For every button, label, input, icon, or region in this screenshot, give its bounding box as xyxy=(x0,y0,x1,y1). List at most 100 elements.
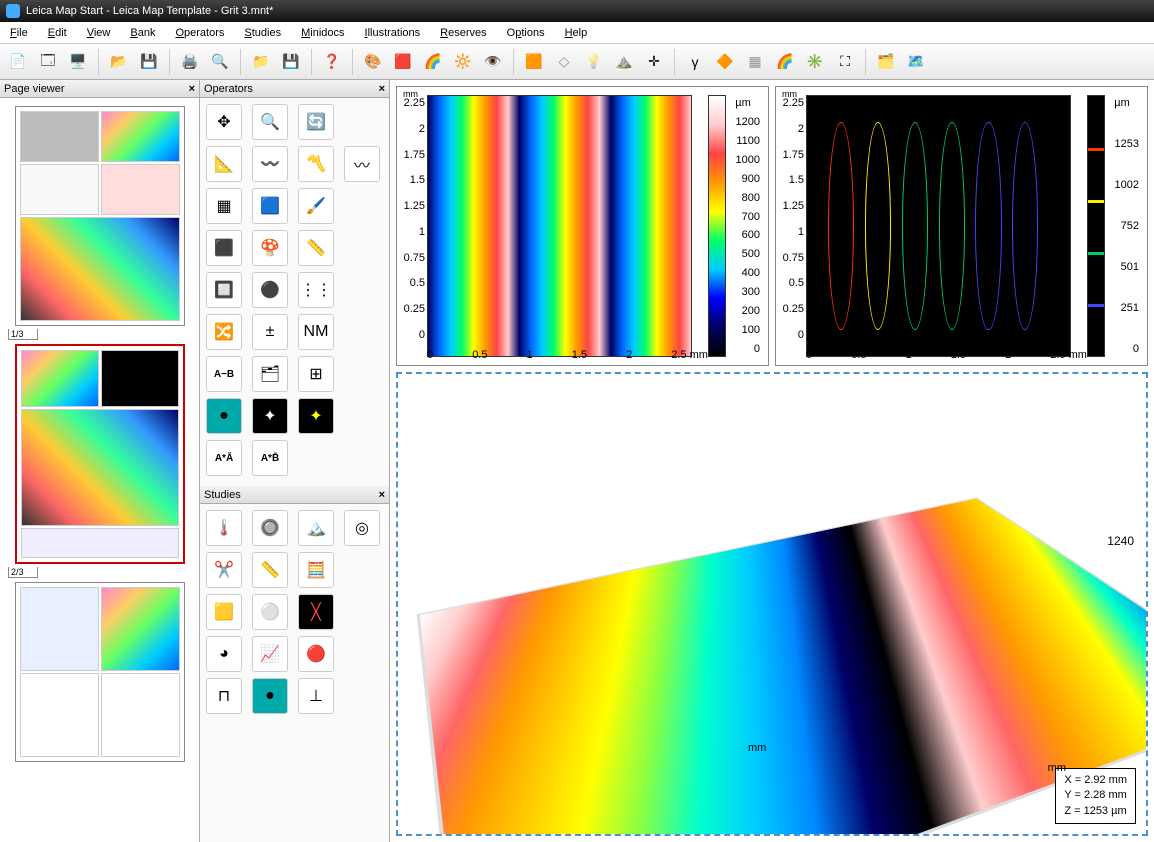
menu-illustrations[interactable]: Illustrations xyxy=(355,24,431,42)
expand-button[interactable]: ⛶ xyxy=(831,48,859,76)
menubar: File Edit View Bank Operators Studies Mi… xyxy=(0,22,1154,44)
menu-help[interactable]: Help xyxy=(555,24,598,42)
orange-fill-button[interactable]: 🟧 xyxy=(520,48,548,76)
study-dots-icon[interactable]: 🔴 xyxy=(298,636,334,672)
open-studiable-button[interactable]: 📁 xyxy=(247,48,275,76)
help-button[interactable]: ❓ xyxy=(318,48,346,76)
menu-minidocs[interactable]: Minidocs xyxy=(291,24,354,42)
page-thumb-3[interactable] xyxy=(15,582,185,762)
heatmap-xaxis: 00.5 11.5 2 2.5 mm xyxy=(427,349,708,361)
op-rotate-icon[interactable]: 🔄 xyxy=(298,104,334,140)
menu-studies[interactable]: Studies xyxy=(234,24,291,42)
heatmap-button[interactable]: 🔆 xyxy=(449,48,477,76)
op-fft2-icon[interactable]: ✦ xyxy=(252,398,288,434)
op-filter-icon[interactable]: 〽️ xyxy=(298,146,334,182)
study-area-icon[interactable]: 🟨 xyxy=(206,594,242,630)
op-form-icon[interactable]: 〰️ xyxy=(252,146,288,182)
studies-close-icon[interactable]: × xyxy=(379,489,385,501)
preview-button[interactable]: 🔍 xyxy=(206,48,234,76)
rainbow-bar-button[interactable]: 🌈 xyxy=(419,48,447,76)
menu-file[interactable]: File xyxy=(0,24,38,42)
page-viewer-close-icon[interactable]: × xyxy=(189,83,195,95)
menu-operators[interactable]: Operators xyxy=(165,24,234,42)
study-ruler-icon[interactable]: 📏 xyxy=(252,552,288,588)
op-mask-icon[interactable]: 🔲 xyxy=(206,272,242,308)
op-grains-icon[interactable]: ⚫ xyxy=(252,272,288,308)
op-threshold-icon[interactable]: ▦ xyxy=(206,188,242,224)
grid-axes-button[interactable]: ✛ xyxy=(640,48,668,76)
new-window-button[interactable]: 🗔 xyxy=(34,48,62,76)
menu-reserves[interactable]: Reserves xyxy=(430,24,496,42)
menu-bank[interactable]: Bank xyxy=(120,24,165,42)
study-peak-icon[interactable]: ⊥ xyxy=(298,678,334,714)
study-calc-icon[interactable]: 🧮 xyxy=(298,552,334,588)
study-particles-icon[interactable]: ⚪ xyxy=(252,594,288,630)
operators-title: Operators xyxy=(204,83,253,95)
contour-chart[interactable]: mm 2.252 1.751.5 1.251 0.750.5 0.250 xyxy=(775,86,1148,366)
op-a-abar[interactable]: A*Ā xyxy=(206,440,242,476)
layers-button[interactable]: 🗂️ xyxy=(872,48,900,76)
op-waviness-icon[interactable]: 〰 xyxy=(344,146,380,182)
op-addsub-icon[interactable]: ± xyxy=(252,314,288,350)
cursor-z: Z = 1253 µm xyxy=(1064,804,1127,819)
color-scale-button[interactable]: 🔶 xyxy=(711,48,739,76)
study-lines-icon[interactable]: ╳ xyxy=(298,594,334,630)
op-retouch-icon[interactable]: 🖌️ xyxy=(298,188,334,224)
view-3d[interactable]: 1240 X = 2.92 mm Y = 2.28 mm Z = 1253 µm… xyxy=(396,372,1148,836)
mid-panels: Operators × ✥ 🔍 🔄 📐 〰️ 〽️ 〰 ▦ 🟦 🖌️ ⬛ 🍄 📏… xyxy=(200,80,390,842)
op-extract-icon[interactable]: ⬛ xyxy=(206,230,242,266)
study-angle-icon[interactable]: ◕ xyxy=(206,636,242,672)
study-3d-icon[interactable]: 🏔️ xyxy=(298,510,334,546)
monitor-button[interactable]: 🖥️ xyxy=(64,48,92,76)
3d-view-button[interactable]: 🗺️ xyxy=(902,48,930,76)
spectrum-button[interactable]: 🌈 xyxy=(771,48,799,76)
menu-options[interactable]: Options xyxy=(497,24,555,42)
op-mushroom-icon[interactable]: 🍄 xyxy=(252,230,288,266)
new-doc-button[interactable]: 📄 xyxy=(4,48,32,76)
op-convert-icon[interactable]: 🔀 xyxy=(206,314,242,350)
op-zoom-icon[interactable]: 🔍 xyxy=(252,104,288,140)
op-fft3-icon[interactable]: ✦ xyxy=(298,398,334,434)
palette-button[interactable]: 🎨 xyxy=(359,48,387,76)
bulb-button[interactable]: 💡 xyxy=(580,48,608,76)
app-icon xyxy=(6,4,20,18)
center-button[interactable]: ✳️ xyxy=(801,48,829,76)
print-button[interactable]: 🖨️ xyxy=(176,48,204,76)
op-pattern-icon[interactable]: ⋮⋮ xyxy=(298,272,334,308)
contour-yaxis: 2.252 1.751.5 1.251 0.750.5 0.250 xyxy=(778,97,804,341)
menu-edit[interactable]: Edit xyxy=(38,24,77,42)
grayscale-button[interactable]: ▦ xyxy=(741,48,769,76)
study-heat-icon[interactable]: 🌡️ xyxy=(206,510,242,546)
op-fill-icon[interactable]: 🟦 xyxy=(252,188,288,224)
op-a-bbar[interactable]: A*B̄ xyxy=(252,440,288,476)
study-step-icon[interactable]: ⊓ xyxy=(206,678,242,714)
op-tiles-icon[interactable]: ⊞ xyxy=(298,356,334,392)
page-viewer-title: Page viewer xyxy=(4,83,65,95)
op-fft1-icon[interactable]: ● xyxy=(206,398,242,434)
open-button[interactable]: 📂 xyxy=(105,48,133,76)
study-fft-icon[interactable]: ● xyxy=(252,678,288,714)
page-thumb-2[interactable] xyxy=(15,344,185,564)
study-profile-icon[interactable]: ✂️ xyxy=(206,552,242,588)
op-level-icon[interactable]: 📐 xyxy=(206,146,242,182)
op-a-minus-b[interactable]: A−B xyxy=(206,356,242,392)
menu-view[interactable]: View xyxy=(77,24,121,42)
save-button[interactable]: 💾 xyxy=(135,48,163,76)
contour-plot xyxy=(806,95,1071,357)
red-square-button[interactable]: 🟥 xyxy=(389,48,417,76)
peak-button[interactable]: ⛰️ xyxy=(610,48,638,76)
operators-close-icon[interactable]: × xyxy=(379,83,385,95)
save-studiable-button[interactable]: 💾 xyxy=(277,48,305,76)
study-curve-icon[interactable]: 📈 xyxy=(252,636,288,672)
op-nm-icon[interactable]: NM xyxy=(298,314,334,350)
study-contour-icon[interactable]: ◎ xyxy=(344,510,380,546)
heatmap-chart[interactable]: mm 2.252 1.751.5 1.251 0.750.5 0.250 00.… xyxy=(396,86,769,366)
page-thumb-1[interactable] xyxy=(15,106,185,326)
diamond-button[interactable]: ◇ xyxy=(550,48,578,76)
op-scale-icon[interactable]: 📏 xyxy=(298,230,334,266)
eye-button[interactable]: 👁️ xyxy=(479,48,507,76)
study-gray-icon[interactable]: 🔘 xyxy=(252,510,288,546)
op-arrows-icon[interactable]: ✥ xyxy=(206,104,242,140)
op-overlay-icon[interactable]: 🗂 xyxy=(252,356,288,392)
gamma-button[interactable]: γ xyxy=(681,48,709,76)
